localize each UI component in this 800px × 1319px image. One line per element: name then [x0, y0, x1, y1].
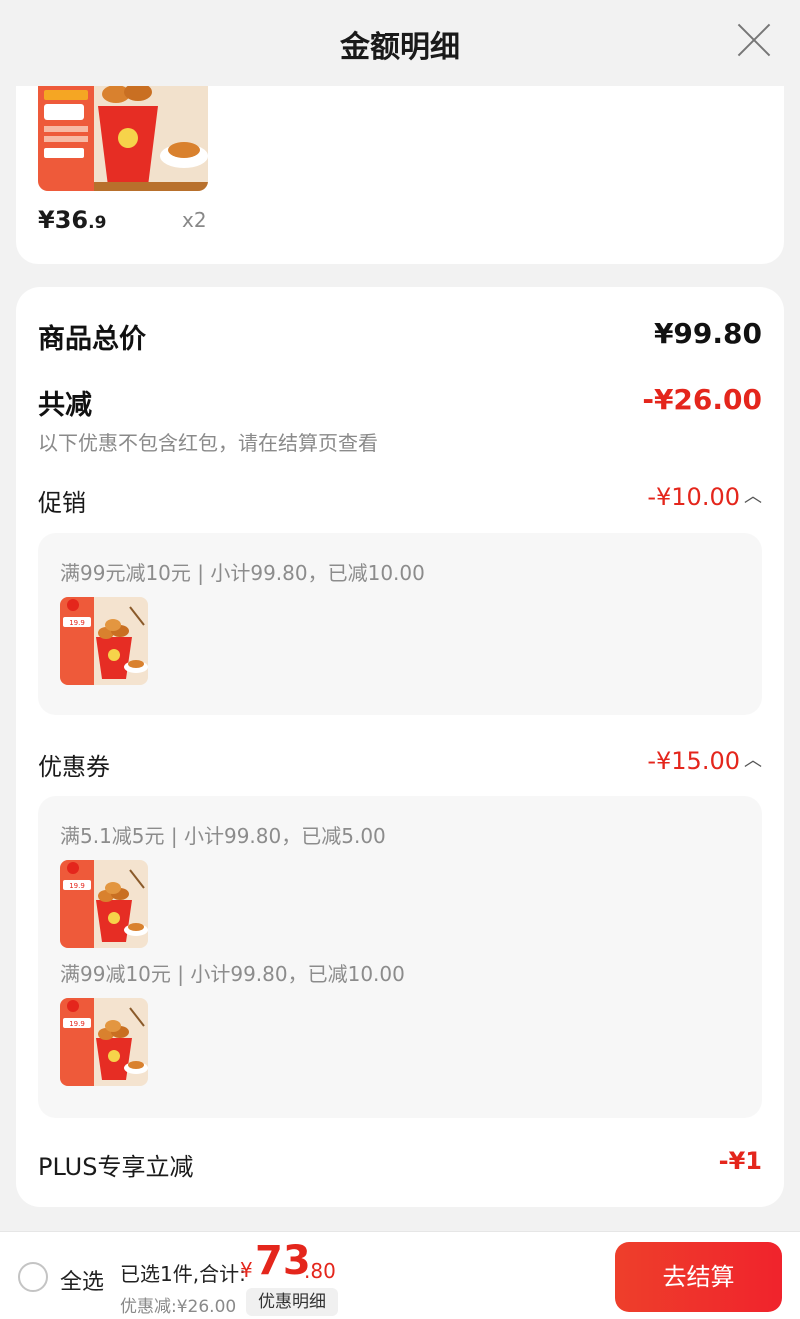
sum-currency: ¥ — [240, 1258, 253, 1282]
coupon-row[interactable]: 优惠券 -¥15.00 ︿ — [38, 747, 762, 781]
coupon-line-1: 满5.1减5元 | 小计99.80，已减5.00 — [60, 824, 386, 848]
checkout-bar: 全选 已选1件,合计: ¥ 73 .80 优惠减:¥26.00 优惠明细 去结算 — [0, 1231, 800, 1319]
price-decimal: .9 — [88, 213, 107, 233]
close-icon[interactable] — [736, 22, 772, 58]
reduced-note: 以下优惠不包含红包，请在结算页查看 — [38, 431, 378, 455]
promo-product-image[interactable] — [60, 597, 148, 685]
total-value: ¥99.80 — [653, 317, 762, 350]
reduced-row: 共减 -¥26.00 — [38, 383, 762, 423]
promo-amount: -¥10.00 — [647, 483, 740, 511]
header: 金额明细 — [0, 0, 800, 86]
promo-value[interactable]: -¥10.00 ︿ — [647, 483, 762, 511]
product-quantity: x2 — [182, 208, 207, 232]
coupon-product-image-1[interactable] — [60, 860, 148, 948]
chevron-up-icon[interactable]: ︿ — [744, 746, 762, 772]
price-integer: ¥36 — [38, 206, 89, 234]
sum-decimal: .80 — [304, 1259, 336, 1283]
promo-row[interactable]: 促销 -¥10.00 ︿ — [38, 483, 762, 517]
product-image[interactable] — [38, 86, 208, 191]
reduced-value: -¥26.00 — [642, 383, 762, 416]
amount-detail-card: 商品总价 ¥99.80 共减 -¥26.00 以下优惠不包含红包，请在结算页查看… — [16, 287, 784, 1207]
promo-line: 满99元减10元 | 小计99.80，已减10.00 — [60, 561, 425, 585]
sum-integer: 73 — [255, 1238, 311, 1284]
discount-detail-button[interactable]: 优惠明细 — [246, 1288, 338, 1316]
plus-label: PLUS专享立减 — [38, 1153, 194, 1181]
chevron-up-icon[interactable]: ︿ — [744, 482, 762, 508]
discount-text: 优惠减:¥26.00 — [120, 1297, 237, 1317]
promo-label: 促销 — [38, 489, 86, 517]
plus-value: -¥1 — [718, 1147, 762, 1175]
coupon-panel: 满5.1减5元 | 小计99.80，已减5.00 满99减10元 | 小计99.… — [38, 796, 762, 1118]
total-row: 商品总价 ¥99.80 — [38, 317, 762, 357]
coupon-value[interactable]: -¥15.00 ︿ — [647, 747, 762, 775]
coupon-line-2: 满99减10元 | 小计99.80，已减10.00 — [60, 962, 405, 986]
reduced-label: 共减 — [38, 390, 92, 421]
checkout-button[interactable]: 去结算 — [615, 1242, 782, 1312]
product-card: ¥36.9 x2 — [16, 86, 784, 264]
sum-label: 已选1件,合计: — [120, 1262, 246, 1286]
select-all-checkbox[interactable] — [18, 1262, 48, 1292]
total-label: 商品总价 — [38, 324, 146, 355]
select-all-label[interactable]: 全选 — [60, 1264, 104, 1296]
coupon-product-image-2[interactable] — [60, 998, 148, 1086]
product-price: ¥36.9 — [38, 206, 106, 234]
promo-panel: 满99元减10元 | 小计99.80，已减10.00 — [38, 533, 762, 715]
coupon-label: 优惠券 — [38, 753, 110, 781]
plus-row: PLUS专享立减 -¥1 — [38, 1147, 762, 1181]
page-title: 金额明细 — [340, 30, 460, 65]
coupon-amount: -¥15.00 — [647, 747, 740, 775]
